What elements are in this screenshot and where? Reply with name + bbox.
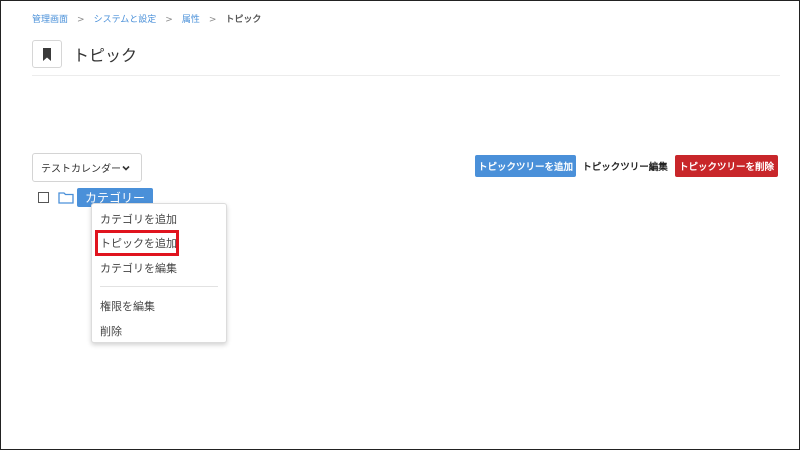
calendar-select-value: テストカレンダー [41,164,121,175]
calendar-select[interactable]: テストカレンダー [32,153,142,182]
breadcrumb-separator: > [208,15,217,25]
context-menu: カテゴリを追加 トピックを追加 カテゴリを編集 権限を編集 削除 [91,203,227,343]
tree-node-checkbox[interactable] [38,191,49,203]
chevron-down-icon [122,165,130,171]
folder-icon [58,191,74,204]
breadcrumb-link-system-settings[interactable]: システムと設定 [94,14,157,26]
breadcrumb-current: トピック [225,15,262,25]
edit-topic-tree-button[interactable]: トピックツリー編集 [581,155,669,177]
menu-item-edit-category[interactable]: カテゴリを編集 [92,257,226,279]
add-topic-tree-button[interactable]: トピックツリーを追加 [475,155,576,177]
app-window: 管理画面 > システムと設定 > 属性 > トピック トピック テストカレンダー… [0,0,800,450]
breadcrumb-link-attributes[interactable]: 属性 [182,14,200,26]
menu-item-edit-permissions[interactable]: 権限を編集 [92,295,226,317]
header-divider [32,75,780,76]
menu-item-add-topic[interactable]: トピックを追加 [92,232,226,254]
page-title: トピック [73,46,138,65]
breadcrumb: 管理画面 > システムと設定 > 属性 > トピック [32,14,261,26]
breadcrumb-separator: > [77,15,85,25]
menu-divider [100,286,218,287]
menu-item-add-category[interactable]: カテゴリを追加 [92,208,226,230]
breadcrumb-separator: > [165,15,173,25]
menu-item-delete[interactable]: 削除 [92,320,226,342]
delete-topic-tree-button[interactable]: トピックツリーを削除 [675,155,778,177]
bookmark-icon [43,47,51,61]
breadcrumb-link-admin[interactable]: 管理画面 [32,14,68,26]
page-header: トピック [32,40,137,68]
bookmark-button[interactable] [32,40,62,68]
